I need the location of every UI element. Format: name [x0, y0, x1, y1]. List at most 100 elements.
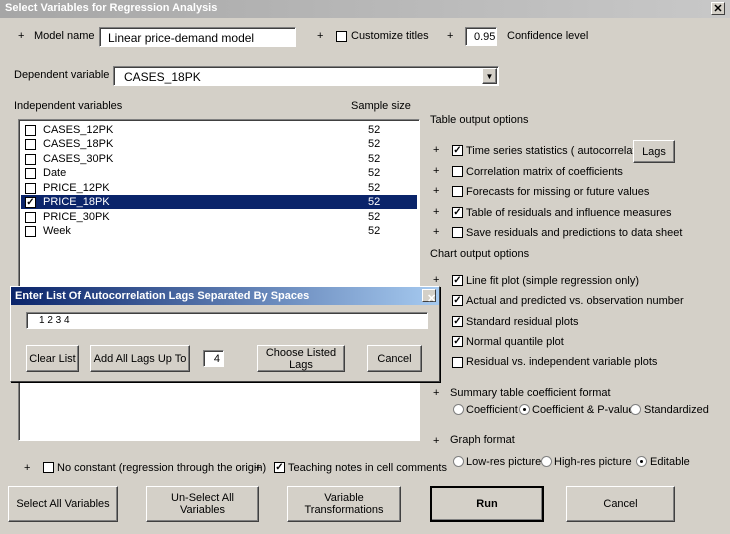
- table-option-label: Table of residuals and influence measure…: [466, 207, 672, 219]
- lags-button[interactable]: Lags: [633, 140, 675, 163]
- no-constant-checkbox[interactable]: [43, 462, 54, 473]
- graph-option-label: Editable: [650, 456, 690, 468]
- lag-dialog-titlebar: Enter List Of Autocorrelation Lags Separ…: [11, 287, 439, 305]
- graph-format-label: Graph format: [450, 434, 515, 446]
- dependent-value: CASES_18PK: [124, 70, 201, 84]
- choose-listed-lags-button[interactable]: Choose Listed Lags: [257, 345, 345, 372]
- teaching-notes-plus[interactable]: +: [255, 462, 261, 474]
- table-option-checkbox[interactable]: [452, 227, 463, 238]
- list-item[interactable]: Week 52: [21, 224, 417, 238]
- table-option-checkbox[interactable]: ✓: [452, 145, 463, 156]
- chart-option-checkbox[interactable]: [452, 357, 463, 368]
- coef-format-label: Summary table coefficient format: [450, 387, 611, 399]
- table-option-checkbox[interactable]: ✓: [452, 207, 463, 218]
- variable-checkbox[interactable]: [25, 125, 36, 136]
- title-bar: Select Variables for Regression Analysis…: [0, 0, 730, 18]
- add-all-lags-button[interactable]: Add All Lags Up To: [90, 345, 190, 372]
- customize-titles-plus[interactable]: +: [317, 30, 323, 42]
- list-item[interactable]: CASES_18PK 52: [21, 137, 417, 151]
- variable-transformations-button[interactable]: Variable Transformations: [287, 486, 401, 522]
- table-option-label: Correlation matrix of coefficients: [466, 166, 623, 178]
- sample-size-label: Sample size: [351, 100, 411, 112]
- graph-radio-editable[interactable]: [636, 456, 647, 467]
- cancel-button[interactable]: Cancel: [566, 486, 675, 522]
- customize-titles-checkbox[interactable]: [336, 31, 347, 42]
- confidence-input[interactable]: 0.95: [465, 27, 497, 46]
- graph-radio-lowres[interactable]: [453, 456, 464, 467]
- variable-checkbox[interactable]: [25, 168, 36, 179]
- confidence-label: Confidence level: [507, 30, 589, 42]
- lags-input[interactable]: 1 2 3 4: [26, 312, 428, 329]
- dependent-label: Dependent variable: [14, 69, 110, 81]
- lag-dialog-cancel-button[interactable]: Cancel: [367, 345, 422, 372]
- variable-checkbox[interactable]: ✓: [25, 197, 36, 208]
- chart-option-checkbox[interactable]: ✓: [452, 295, 463, 306]
- table-option-plus[interactable]: +: [433, 226, 439, 238]
- table-option-checkbox[interactable]: [452, 186, 463, 197]
- lag-dialog-title: Enter List Of Autocorrelation Lags Separ…: [15, 290, 310, 302]
- independent-label: Independent variables: [14, 100, 123, 112]
- graph-option-label: High-res picture: [554, 456, 632, 468]
- graph-format-plus[interactable]: +: [433, 435, 439, 447]
- coef-option-label: Coefficient: [466, 404, 518, 416]
- clear-list-button[interactable]: Clear List: [26, 345, 79, 372]
- close-button[interactable]: ✕: [711, 2, 725, 15]
- no-constant-plus[interactable]: +: [24, 462, 30, 474]
- table-option-label: Save residuals and predictions to data s…: [466, 227, 683, 239]
- variable-checkbox[interactable]: [25, 226, 36, 237]
- chart-option-label: Line fit plot (simple regression only): [466, 275, 640, 287]
- model-name-label: Model name: [34, 30, 95, 42]
- table-option-plus[interactable]: +: [433, 206, 439, 218]
- window-title: Select Variables for Regression Analysis: [5, 2, 218, 14]
- customize-titles-label: Customize titles: [351, 30, 429, 42]
- table-option-plus[interactable]: +: [433, 165, 439, 177]
- graph-option-label: Low-res picture: [466, 456, 542, 468]
- list-item[interactable]: PRICE_30PK 52: [21, 210, 417, 224]
- chart-option-checkbox[interactable]: ✓: [452, 316, 463, 327]
- list-item[interactable]: CASES_12PK 52: [21, 123, 417, 137]
- confidence-plus[interactable]: +: [447, 30, 453, 42]
- variable-checkbox[interactable]: [25, 139, 36, 150]
- table-option-label: Time series statistics ( autocorrelation…: [466, 145, 660, 157]
- coef-radio-standardized[interactable]: [630, 404, 641, 415]
- dependent-select[interactable]: CASES_18PK ▼: [113, 66, 499, 86]
- coef-format-plus[interactable]: +: [433, 387, 439, 399]
- table-option-checkbox[interactable]: [452, 166, 463, 177]
- chevron-down-icon[interactable]: ▼: [482, 68, 497, 84]
- teaching-notes-checkbox[interactable]: ✓: [274, 462, 285, 473]
- close-icon: ✕: [713, 3, 723, 15]
- independent-list[interactable]: CASES_12PK 52 CASES_18PK 52 CASES_30PK 52 D…: [18, 119, 420, 441]
- coef-radio-coefficient[interactable]: [453, 404, 464, 415]
- select-all-button[interactable]: Select All Variables: [8, 486, 118, 522]
- chart-option-label: Actual and predicted vs. observation num…: [466, 295, 684, 307]
- graph-radio-highres[interactable]: [541, 456, 552, 467]
- list-item[interactable]: PRICE_12PK 52: [21, 181, 417, 195]
- close-icon: ✕: [427, 293, 437, 305]
- model-name-plus[interactable]: +: [18, 30, 24, 42]
- variable-checkbox[interactable]: [25, 212, 36, 223]
- variable-checkbox[interactable]: [25, 183, 36, 194]
- coef-option-label: Standardized: [644, 404, 709, 416]
- chart-option-label: Standard residual plots: [466, 316, 579, 328]
- max-lag-input[interactable]: 4: [203, 350, 224, 367]
- list-item[interactable]: ✓ PRICE_18PK 52: [21, 195, 417, 209]
- table-option-plus[interactable]: +: [433, 144, 439, 156]
- table-option-label: Forecasts for missing or future values: [466, 186, 650, 198]
- chart-option-plus[interactable]: +: [433, 274, 439, 286]
- variable-checkbox[interactable]: [25, 154, 36, 165]
- list-item[interactable]: CASES_30PK 52: [21, 152, 417, 166]
- lag-dialog-close-button[interactable]: ✕: [422, 289, 437, 305]
- chart-option-checkbox[interactable]: ✓: [452, 336, 463, 347]
- coef-radio-pvalue[interactable]: [519, 404, 530, 415]
- teaching-notes-label: Teaching notes in cell comments: [288, 462, 447, 474]
- chart-option-checkbox[interactable]: ✓: [452, 275, 463, 286]
- table-option-plus[interactable]: +: [433, 185, 439, 197]
- unselect-all-button[interactable]: Un-Select All Variables: [146, 486, 259, 522]
- list-item[interactable]: Date 52: [21, 166, 417, 180]
- chart-option-label: Normal quantile plot: [466, 336, 564, 348]
- no-constant-label: No constant (regression through the orig…: [57, 462, 267, 474]
- table-options-label: Table output options: [430, 114, 529, 126]
- model-name-input[interactable]: Linear price-demand model: [99, 27, 296, 47]
- run-button[interactable]: Run: [430, 486, 544, 522]
- chart-options-label: Chart output options: [430, 248, 530, 260]
